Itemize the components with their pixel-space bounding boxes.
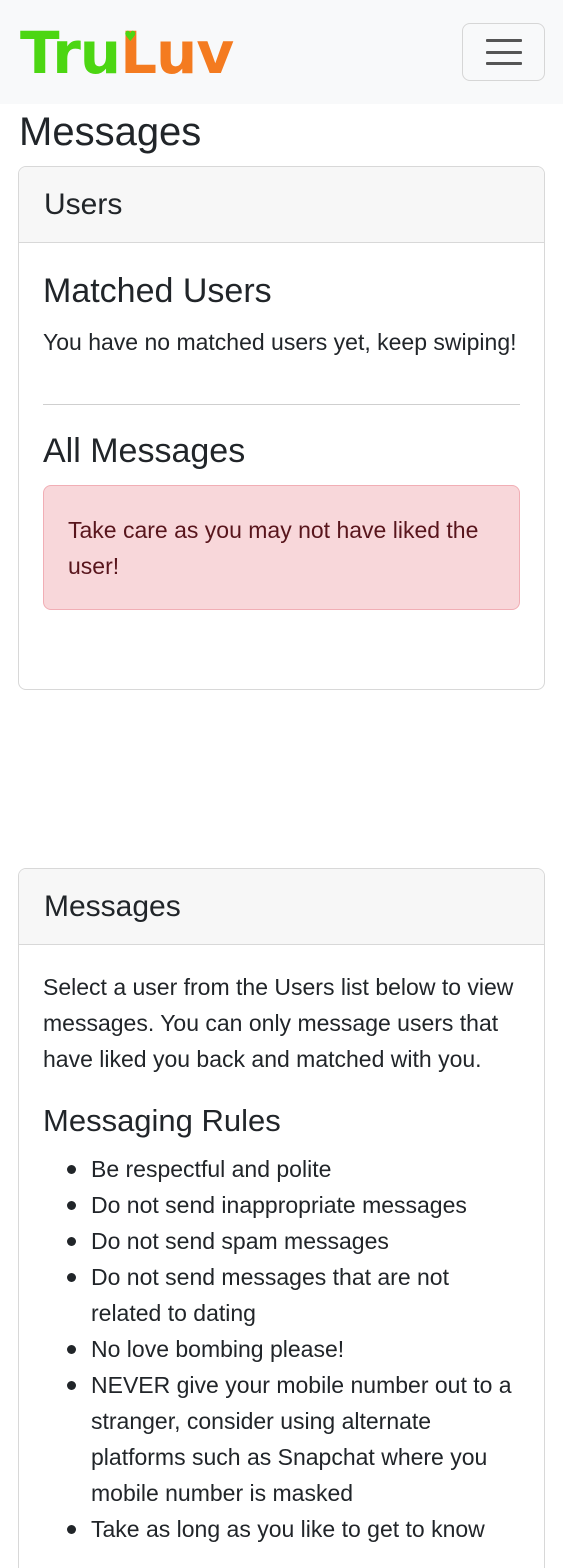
page-title: Messages bbox=[19, 110, 202, 154]
users-card: Users Matched Users You have no matched … bbox=[18, 166, 545, 690]
heart-icon: ♥ bbox=[124, 29, 137, 45]
messaging-rules-list: Be respectful and polite Do not send ina… bbox=[43, 1151, 520, 1547]
rule-item: NEVER give your mobile number out to a s… bbox=[43, 1367, 520, 1511]
rule-item: Take as long as you like to get to know bbox=[43, 1511, 520, 1547]
brand-part-luv: Luv ♥ bbox=[120, 24, 234, 82]
messages-card: Messages Select a user from the Users li… bbox=[18, 868, 545, 1568]
messages-card-header: Messages bbox=[19, 869, 544, 945]
brand-part-luv-text: Luv bbox=[120, 19, 234, 87]
messages-card-body: Select a user from the Users list below … bbox=[19, 969, 544, 1547]
brand-part-tru: Tru bbox=[20, 19, 121, 87]
users-card-header: Users bbox=[19, 167, 544, 243]
rule-item: No love bombing please! bbox=[43, 1331, 520, 1367]
warning-alert: Take care as you may not have liked the … bbox=[43, 485, 520, 610]
menu-toggle-button[interactable] bbox=[462, 23, 545, 81]
users-card-body: Matched Users You have no matched users … bbox=[19, 271, 544, 610]
matched-users-empty-text: You have no matched users yet, keep swip… bbox=[43, 329, 517, 355]
rule-item: Be respectful and polite bbox=[43, 1151, 520, 1187]
rule-item: Do not send inappropriate messages bbox=[43, 1187, 520, 1223]
section-divider bbox=[43, 404, 520, 405]
rule-item: Do not send spam messages bbox=[43, 1223, 520, 1259]
brand-logo[interactable]: Tru Luv ♥ bbox=[20, 18, 234, 88]
messages-intro-text: Select a user from the Users list below … bbox=[43, 974, 514, 1072]
navbar: Tru Luv ♥ bbox=[0, 0, 563, 104]
matched-users-title: Matched Users bbox=[43, 272, 272, 310]
messaging-rules-title: Messaging Rules bbox=[43, 1103, 281, 1138]
hamburger-icon bbox=[485, 39, 522, 65]
all-messages-title: All Messages bbox=[43, 432, 246, 470]
rule-item: Do not send messages that are not relate… bbox=[43, 1259, 520, 1331]
